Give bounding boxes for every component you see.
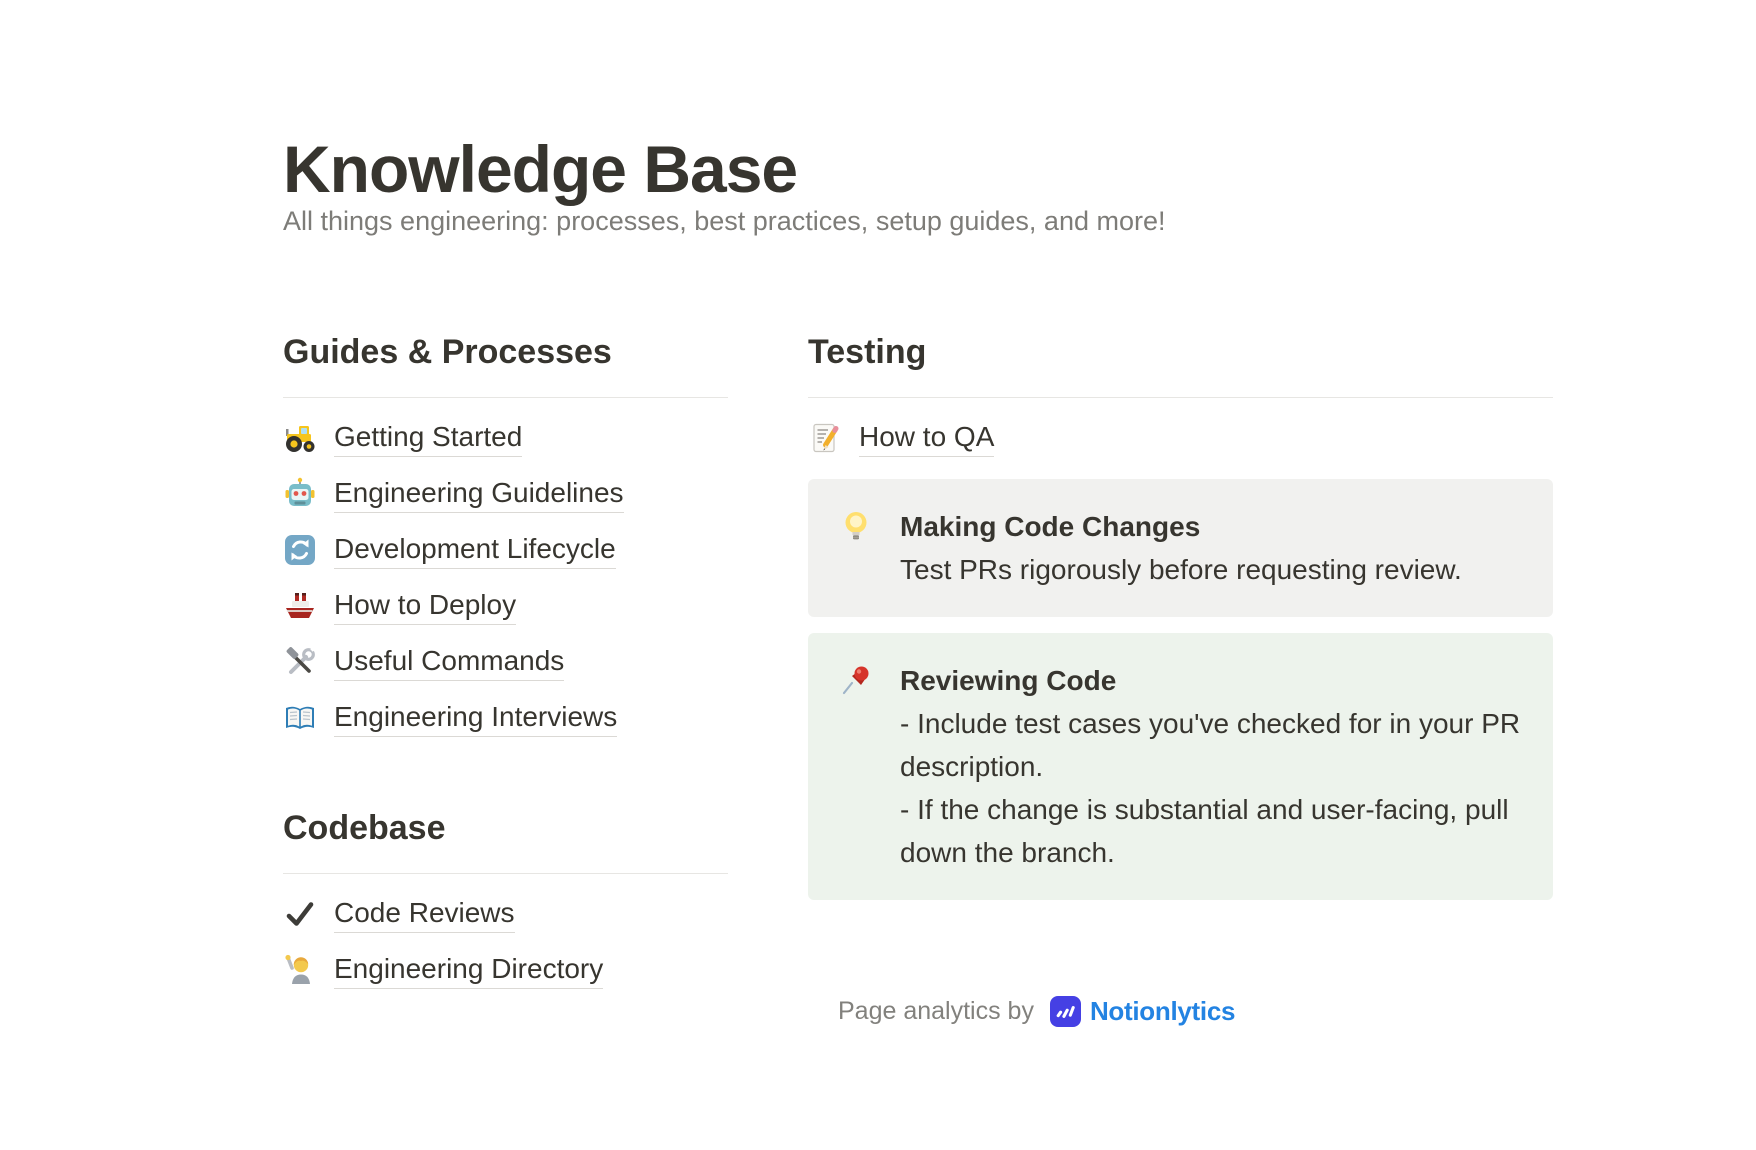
callout-reviewing-code: Reviewing Code - Include test cases you'… <box>808 633 1553 900</box>
light-bulb-icon <box>838 509 874 545</box>
callout-body: Test PRs rigorously before requesting re… <box>900 548 1462 591</box>
section-divider <box>283 873 728 874</box>
link-engineering-interviews[interactable]: Engineering Interviews <box>283 690 728 746</box>
left-column: Guides & Processes Getting St <box>283 330 728 998</box>
codebase-link-list: Code Reviews Engineering Directory <box>283 886 728 998</box>
callout-making-code-changes: Making Code Changes Test PRs rigorously … <box>808 479 1553 617</box>
link-how-to-qa[interactable]: How to QA <box>808 410 1553 466</box>
notionlytics-logo-icon <box>1050 996 1081 1027</box>
link-engineering-directory[interactable]: Engineering Directory <box>283 942 728 998</box>
link-label: Engineering Interviews <box>334 700 617 737</box>
page-title: Knowledge Base <box>283 132 797 206</box>
link-label: Useful Commands <box>334 644 564 681</box>
hammer-and-wrench-icon <box>283 645 317 679</box>
pushpin-icon <box>838 663 874 699</box>
section-heading-testing: Testing <box>808 330 1553 374</box>
notionlytics-link[interactable]: Notionlytics <box>1050 996 1235 1027</box>
link-label: Development Lifecycle <box>334 532 616 569</box>
notionlytics-label: Notionlytics <box>1090 996 1235 1027</box>
testing-link-list: How to QA <box>808 410 1553 466</box>
person-raising-hand-icon <box>283 953 317 987</box>
link-label: Engineering Guidelines <box>334 476 624 513</box>
section-heading-guides: Guides & Processes <box>283 330 728 374</box>
section-divider <box>283 397 728 398</box>
link-how-to-deploy[interactable]: How to Deploy <box>283 578 728 634</box>
open-book-icon <box>283 701 317 735</box>
section-heading-codebase: Codebase <box>283 806 728 850</box>
link-useful-commands[interactable]: Useful Commands <box>283 634 728 690</box>
analytics-label: Page analytics by <box>838 997 1034 1026</box>
callout-title: Reviewing Code <box>900 659 1523 702</box>
content-columns: Guides & Processes Getting St <box>283 330 1553 998</box>
callout-text: Making Code Changes Test PRs rigorously … <box>900 505 1462 591</box>
link-getting-started[interactable]: Getting Started <box>283 410 728 466</box>
link-label: Engineering Directory <box>334 952 603 989</box>
page-subtitle: All things engineering: processes, best … <box>283 202 1166 240</box>
link-label: How to Deploy <box>334 588 516 625</box>
link-code-reviews[interactable]: Code Reviews <box>283 886 728 942</box>
callout-body: - Include test cases you've checked for … <box>900 702 1523 874</box>
ship-icon <box>283 589 317 623</box>
check-mark-icon <box>283 897 317 931</box>
robot-icon <box>283 477 317 511</box>
page-analytics-footer: Page analytics by Notionlytics <box>838 996 1235 1027</box>
guides-link-list: Getting Started Engi <box>283 410 728 746</box>
section-divider <box>808 397 1553 398</box>
callout-title: Making Code Changes <box>900 505 1462 548</box>
callout-text: Reviewing Code - Include test cases you'… <box>900 659 1523 874</box>
link-development-lifecycle[interactable]: Development Lifecycle <box>283 522 728 578</box>
link-label: Getting Started <box>334 420 522 457</box>
tractor-icon <box>283 421 317 455</box>
link-engineering-guidelines[interactable]: Engineering Guidelines <box>283 466 728 522</box>
memo-icon <box>808 421 842 455</box>
link-label: How to QA <box>859 420 994 457</box>
cycle-arrows-icon <box>283 533 317 567</box>
right-column: Testing How t <box>808 330 1553 900</box>
link-label: Code Reviews <box>334 896 515 933</box>
